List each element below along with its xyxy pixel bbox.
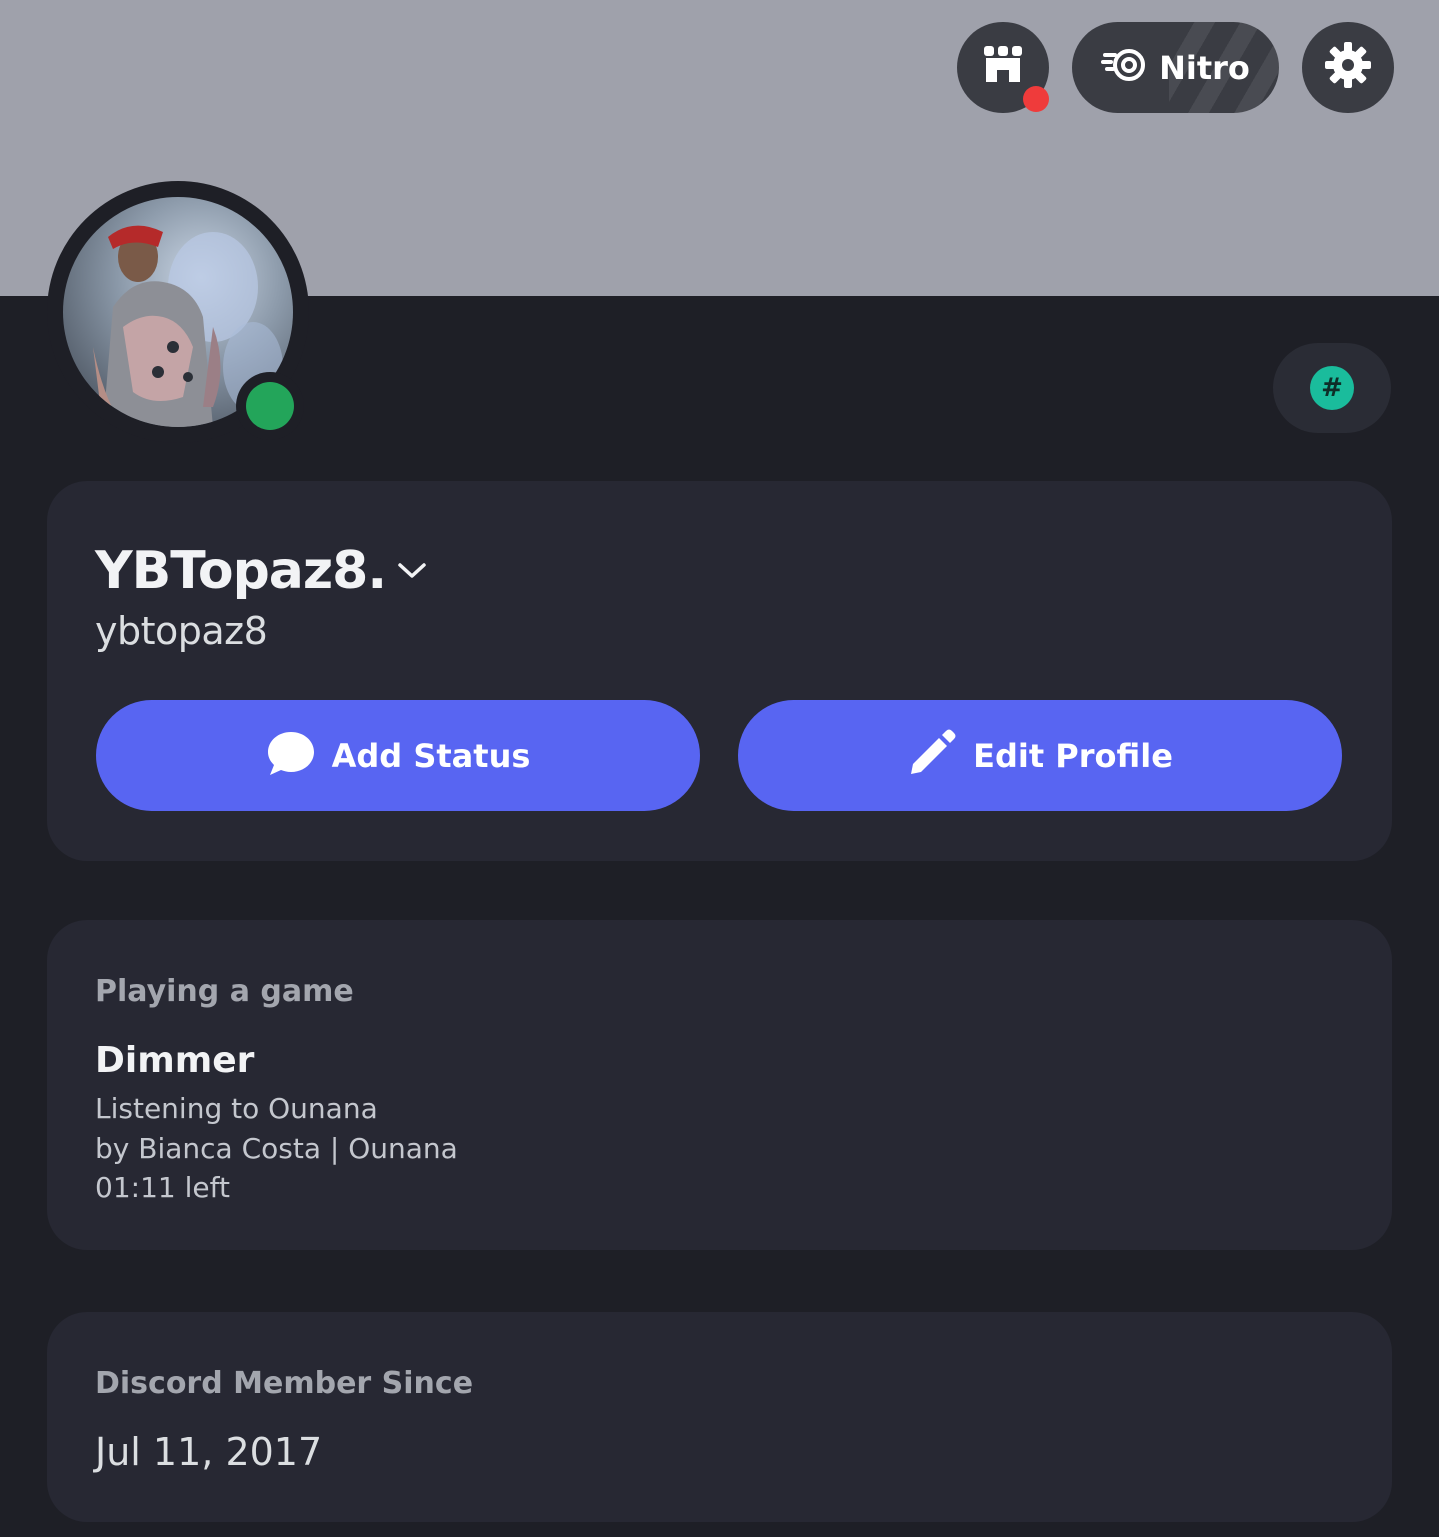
member-since-card: Discord Member Since Jul 11, 2017: [47, 1312, 1392, 1522]
profile-card: YBTopaz8. ybtopaz8 Add Status Edit Profi…: [47, 481, 1392, 861]
add-status-button[interactable]: Add Status: [96, 700, 700, 811]
gear-icon: [1323, 40, 1373, 95]
username: ybtopaz8: [95, 609, 268, 653]
activity-state: by Bianca Costa | Ounana: [95, 1132, 458, 1165]
shop-button[interactable]: [957, 22, 1049, 113]
speech-bubble-icon: [266, 729, 316, 782]
activity-time-left: 01:11 left: [95, 1171, 230, 1204]
activity-card: Playing a game Dimmer Listening to Ounan…: [47, 920, 1392, 1250]
nitro-button[interactable]: Nitro: [1072, 22, 1279, 113]
settings-button[interactable]: [1302, 22, 1394, 113]
member-since-heading: Discord Member Since: [95, 1366, 474, 1401]
shop-icon: [980, 42, 1026, 93]
pencil-icon: [907, 728, 957, 783]
notification-dot: [1023, 86, 1049, 112]
display-name: YBTopaz8.: [95, 541, 387, 601]
server-tag-button[interactable]: #: [1273, 343, 1391, 433]
nitro-icon: [1101, 47, 1149, 88]
display-name-row[interactable]: YBTopaz8.: [95, 541, 428, 601]
activity-heading: Playing a game: [95, 974, 354, 1009]
chevron-down-icon[interactable]: [396, 561, 428, 581]
activity-details: Listening to Ounana: [95, 1092, 378, 1125]
edit-profile-button[interactable]: Edit Profile: [738, 700, 1342, 811]
nitro-label: Nitro: [1159, 48, 1250, 87]
activity-title: Dimmer: [95, 1040, 255, 1081]
member-since-date: Jul 11, 2017: [95, 1430, 323, 1474]
online-status-dot: [246, 382, 294, 430]
hash-icon: #: [1310, 366, 1354, 410]
edit-profile-label: Edit Profile: [973, 736, 1173, 775]
add-status-label: Add Status: [331, 736, 531, 775]
